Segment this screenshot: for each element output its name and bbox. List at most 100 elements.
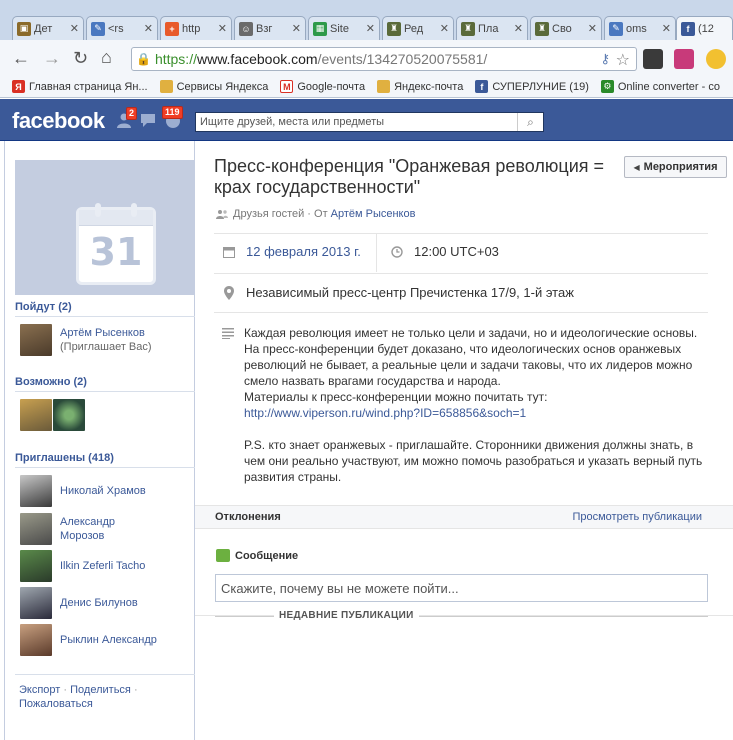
extension-icon[interactable] [674, 49, 694, 69]
browser-tab[interactable]: ✎ oms ✕ [604, 16, 676, 40]
guest-item[interactable]: Артём Рысенков (Приглашает Вас) [20, 324, 152, 356]
browser-tab[interactable]: ♜ Пла ✕ [456, 16, 528, 40]
browser-tab[interactable]: ☺ Взг ✕ [234, 16, 306, 40]
search-input[interactable] [196, 113, 516, 131]
reload-icon[interactable]: ↻ [73, 49, 88, 67]
event-time-row: 12:00 UTC+03 [390, 244, 499, 259]
bookmark[interactable]: ⚙ Online converter - co [600, 80, 720, 93]
facebook-logo[interactable]: facebook [12, 108, 105, 134]
bookmark[interactable]: M Google-почта [280, 80, 365, 93]
browser-tab[interactable]: + http ✕ [160, 16, 232, 40]
avatar[interactable] [20, 513, 52, 545]
weather-icon[interactable] [706, 49, 726, 69]
back-arrow-icon[interactable]: ← [12, 49, 30, 67]
tab-title: Взг [256, 22, 273, 35]
guest-name[interactable]: Николай Храмов [60, 484, 146, 498]
extension-icon[interactable] [643, 49, 663, 69]
guest-item[interactable]: Александр Морозов [20, 513, 150, 545]
guest-name[interactable]: Ilkin Zeferli Tacho [60, 559, 145, 573]
divider [214, 273, 708, 274]
browser-tab[interactable]: ✎ <rs ✕ [86, 16, 158, 40]
avatar[interactable] [20, 324, 52, 356]
dot-separator: · [133, 684, 138, 696]
helmet-icon: ♜ [461, 21, 475, 36]
tab-title: Site [330, 22, 349, 35]
close-icon[interactable]: ✕ [218, 22, 227, 35]
calendar-icon: 31 [76, 203, 156, 285]
message-label-text: Сообщение [235, 549, 299, 562]
guest-name[interactable]: Рыклин Александр [60, 633, 157, 647]
plus-icon: + [165, 21, 179, 36]
guest-name[interactable]: Денис Билунов [60, 596, 138, 610]
event-date[interactable]: 12 февраля 2013 г. [246, 244, 361, 259]
guest-item[interactable]: Денис Билунов [20, 587, 138, 619]
message-input[interactable] [216, 575, 707, 601]
report-link[interactable]: Пожаловаться [19, 698, 93, 710]
browser-tab[interactable]: ♜ Ред ✕ [382, 16, 454, 40]
host-link[interactable]: Артём Рысенков [331, 208, 416, 220]
privacy-label[interactable]: Друзья гостей [233, 208, 304, 220]
avatar[interactable] [20, 399, 52, 431]
converter-icon: ⚙ [600, 80, 614, 93]
mail-icon [377, 80, 391, 93]
calendar-day: 31 [89, 230, 143, 274]
close-icon[interactable]: ✕ [366, 22, 375, 35]
avatar[interactable] [20, 475, 52, 507]
browser-tab-active[interactable]: f (12 [676, 16, 733, 41]
close-icon[interactable]: ✕ [292, 22, 301, 35]
browser-tab[interactable]: ▣ Дет ✕ [12, 16, 84, 40]
search-icon[interactable]: ⌕ [517, 113, 543, 131]
invited-title[interactable]: Приглашены (418) [15, 452, 114, 464]
guest-item[interactable]: Рыклин Александр [20, 624, 157, 656]
bookmark[interactable]: Яндекс-почта [377, 80, 463, 93]
forward-arrow-icon[interactable]: → [43, 49, 61, 67]
guest-name[interactable]: Александр Морозов [60, 515, 150, 543]
key-icon[interactable]: ⚷ [600, 51, 610, 67]
bookmark[interactable]: Я Главная страница Ян... [12, 80, 148, 93]
declined-bar: Отклонения Просмотреть публикации [195, 505, 733, 529]
avatar[interactable] [20, 624, 52, 656]
tab-title: <rs [108, 22, 124, 35]
events-back-button[interactable]: ◀ Мероприятия [624, 156, 727, 178]
browser-tab[interactable]: ♜ Сво ✕ [530, 16, 602, 40]
guest-item[interactable]: Ilkin Zeferli Tacho [20, 550, 145, 582]
pencil-icon: ✎ [609, 21, 623, 36]
view-posts-link[interactable]: Просмотреть публикации [572, 511, 702, 523]
guest-item[interactable]: Николай Храмов [20, 475, 146, 507]
avatar[interactable] [20, 587, 52, 619]
message-label[interactable]: Сообщение [216, 549, 298, 562]
browser-tab[interactable]: ▦ Site ✕ [308, 16, 380, 40]
close-icon[interactable]: ✕ [440, 22, 449, 35]
star-icon[interactable]: ☆ [616, 50, 630, 70]
event-title: Пресс-конференция "Оранжевая революция =… [214, 156, 605, 197]
share-link[interactable]: Поделиться [70, 684, 131, 696]
going-title[interactable]: Пойдут (2) [15, 301, 72, 313]
facebook-icon: f [681, 22, 695, 36]
divider [15, 316, 195, 317]
close-icon[interactable]: ✕ [514, 22, 523, 35]
close-icon[interactable]: ✕ [588, 22, 597, 35]
tab-title: Пла [478, 22, 499, 35]
avatar[interactable] [20, 550, 52, 582]
close-icon[interactable]: ✕ [70, 22, 79, 35]
guest-name[interactable]: Артём Рысенков [60, 326, 152, 340]
tab-title: oms [626, 22, 647, 35]
map-pin-icon [224, 285, 234, 300]
close-icon[interactable]: ✕ [662, 22, 671, 35]
bookmark[interactable]: f СУПЕРЛУНИЕ (19) [475, 80, 589, 93]
messages-icon[interactable] [140, 112, 158, 128]
event-location: Независимый пресс-центр Пречистенка 17/9… [246, 285, 574, 300]
export-link[interactable]: Экспорт [19, 684, 60, 696]
declined-title: Отклонения [215, 511, 281, 523]
address-bar[interactable]: 🔒 https:// www.facebook.com /events/1342… [131, 47, 637, 71]
app-icon: ▣ [17, 21, 31, 36]
home-icon[interactable]: ⌂ [101, 48, 112, 66]
helmet-icon: ♜ [535, 21, 549, 36]
description-link[interactable]: http://www.viperson.ru/wind.php?ID=65885… [244, 406, 526, 420]
event-date-row: 12 февраля 2013 г. [222, 244, 361, 259]
close-icon[interactable]: ✕ [144, 22, 153, 35]
maybe-title[interactable]: Возможно (2) [15, 376, 87, 388]
bookmark[interactable]: Сервисы Яндекса [159, 80, 268, 93]
avatar[interactable] [53, 399, 85, 431]
recent-posts-label: НЕДАВНИЕ ПУБЛИКАЦИИ [274, 610, 419, 621]
